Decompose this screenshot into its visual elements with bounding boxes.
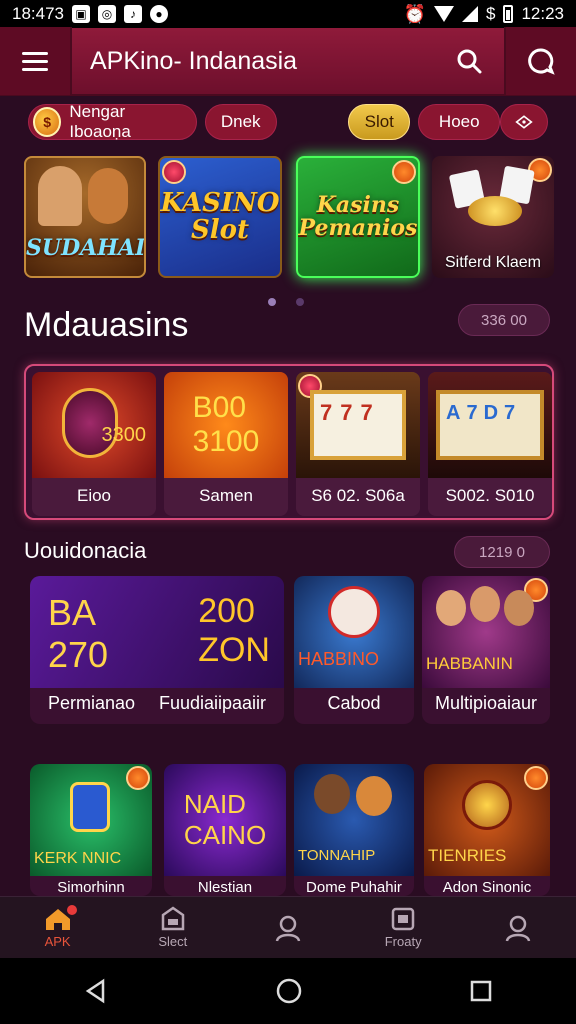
game-card-caption: Adon Sinonic — [442, 879, 532, 896]
game-card-caption: Multipioaiaur — [434, 693, 538, 713]
game-card[interactable]: KERK NNIC Simorhinn — [30, 764, 152, 896]
game-card-caption: Permianao — [47, 693, 136, 713]
game-tile-4[interactable]: Sitferd Klaem — [432, 156, 554, 278]
game-card[interactable]: HABBANIN Multipioaiaur — [422, 576, 550, 724]
game-card[interactable]: TONNAHIP Dome Puhahir — [294, 764, 414, 896]
chip-icon[interactable] — [500, 104, 548, 140]
game-row-3: KERK NNIC Simorhinn NAID CAINO Nlestian … — [24, 760, 554, 896]
game-card-art-text: TONNAHIP — [298, 847, 376, 864]
chip-dnek[interactable]: Dnek — [204, 104, 277, 140]
carousel-dots — [268, 298, 304, 306]
game-card-caption: S002. S010 — [445, 486, 535, 505]
game-card[interactable]: HABBINO Cabod — [294, 576, 414, 724]
nav-wallet-label: Froaty — [384, 934, 422, 949]
search-icon[interactable] — [434, 27, 504, 95]
avatar: $ — [33, 107, 62, 137]
nav-slot-label: Slect — [158, 934, 188, 949]
user-chip-label: Nengar Iboaoṇa — [69, 102, 131, 141]
battery-icon — [503, 5, 514, 23]
section-title-2: Uouidonacia — [24, 538, 147, 563]
game-card-art-text: B00 3100 — [192, 391, 260, 458]
hamburger-menu-icon[interactable] — [0, 27, 72, 95]
game-card-caption: Dome Puhahir — [306, 879, 402, 896]
user-chip[interactable]: $ Nengar Iboaoṇa — [28, 102, 197, 141]
section-1-meta[interactable]: 336 00 — [458, 304, 550, 336]
filter-chips: $ Nengar Iboaoṇa Dnek Slot Hoeo — [0, 100, 576, 144]
chip-slot[interactable]: Slot — [348, 104, 411, 140]
signal-icon — [461, 6, 478, 22]
nav-profile[interactable] — [473, 897, 563, 959]
nav-account[interactable] — [243, 897, 333, 959]
bottom-nav: APK Slect Froaty — [0, 896, 576, 958]
game-tile-4-caption: Sitferd Klaem — [444, 254, 542, 271]
app-title: APKino- Indanasia — [90, 46, 298, 75]
profile-icon — [506, 915, 531, 941]
game-card-caption: Eioo — [76, 486, 112, 505]
game-card-art-text: TIENRIES — [428, 846, 507, 865]
tiktok-icon: ♪ — [124, 5, 142, 23]
recents-icon[interactable] — [469, 979, 493, 1003]
music-icon: ◎ — [98, 5, 116, 23]
nav-wallet[interactable]: Froaty — [358, 897, 448, 959]
game-card-caption: Fuudiaiipaaiir — [158, 693, 267, 713]
game-tile-3-title: Kasins Pemanios — [298, 191, 418, 241]
dollar-icon: $ — [485, 4, 496, 23]
notification-dot — [66, 904, 77, 915]
game-card-art-text: 3300 — [101, 424, 147, 446]
instagram-icon: ● — [150, 5, 168, 23]
status-time-right: 12:23 — [521, 4, 564, 23]
status-time: 18:473 — [12, 4, 64, 23]
carousel-dot[interactable] — [296, 298, 304, 306]
user-icon — [275, 915, 301, 941]
hot-badge-icon — [392, 160, 416, 184]
hot-badge-icon — [524, 766, 548, 790]
nav-home[interactable]: APK — [13, 897, 103, 959]
game-card[interactable]: B00 3100 Samen — [164, 372, 288, 516]
game-card[interactable]: NAID CAINO Nlestian — [164, 764, 286, 896]
carousel-dot-active[interactable] — [268, 298, 276, 306]
game-tile-2[interactable]: KASINO Slot — [158, 156, 282, 278]
game-card-art-text: 200 ZON — [198, 592, 270, 669]
system-nav-bar — [0, 958, 576, 1024]
back-icon[interactable] — [83, 978, 109, 1004]
game-card-art-text: BA 270 — [48, 592, 109, 675]
section-2-meta[interactable]: 1219 0 — [454, 536, 550, 568]
chat-icon[interactable] — [504, 27, 576, 95]
photo-icon: ▣ — [72, 5, 90, 23]
chip-hoeo[interactable]: Hoeo — [418, 104, 500, 140]
status-bar: 18:473 ▣ ◎ ♪ ● ⏰ $ 12:23 — [0, 0, 576, 28]
game-tile-1[interactable]: SUDAHAI — [24, 156, 146, 278]
game-card-caption: Samen — [199, 486, 253, 505]
hot-badge-icon — [126, 766, 150, 790]
alarm-icon: ⏰ — [403, 3, 426, 24]
section-title-1: Mdauasins — [24, 306, 189, 344]
game-tile-2-title: KASINO Slot — [160, 187, 280, 245]
nav-home-label: APK — [44, 934, 71, 949]
game-card-caption: Simorhinn — [57, 879, 125, 896]
wifi-icon — [433, 6, 454, 22]
game-card-art-text: KERK NNIC — [34, 850, 122, 867]
game-tile-1-title: SUDAHAI — [26, 234, 146, 261]
game-card[interactable]: TIENRIES Adon Sinonic — [424, 764, 550, 896]
hot-badge-icon — [162, 160, 186, 184]
game-card-art-text: NAID CAINO — [183, 789, 267, 850]
wallet-icon — [391, 907, 415, 931]
app-header: APKino- Indanasia — [0, 27, 576, 96]
slot-icon — [161, 906, 185, 931]
game-card[interactable]: A7D7 S002. S010 — [428, 372, 552, 516]
game-card-caption: Cabod — [327, 693, 381, 713]
game-row-1: 3300 Eioo B00 3100 Samen 777 S6 02. S06a… — [24, 364, 554, 520]
featured-games: SUDAHAI KASINO Slot Kasins Pemanios Sitf… — [24, 156, 554, 280]
game-card-caption: S6 02. S06a — [311, 486, 405, 505]
game-card-art-text: HABBINO — [298, 649, 380, 669]
game-card-wide[interactable]: BA 270 200 ZON Permianao Fuudiaiipaaiir — [30, 576, 284, 724]
game-card-caption: Nlestian — [197, 879, 253, 896]
game-card[interactable]: 3300 Eioo — [32, 372, 156, 516]
nav-slot[interactable]: Slect — [128, 897, 218, 959]
home-button-icon[interactable] — [275, 977, 303, 1005]
game-card[interactable]: 777 S6 02. S06a — [296, 372, 420, 516]
game-tile-3[interactable]: Kasins Pemanios — [296, 156, 420, 278]
game-row-2: BA 270 200 ZON Permianao Fuudiaiipaaiir … — [24, 570, 554, 726]
game-card-art-text: HABBANIN — [426, 654, 513, 673]
